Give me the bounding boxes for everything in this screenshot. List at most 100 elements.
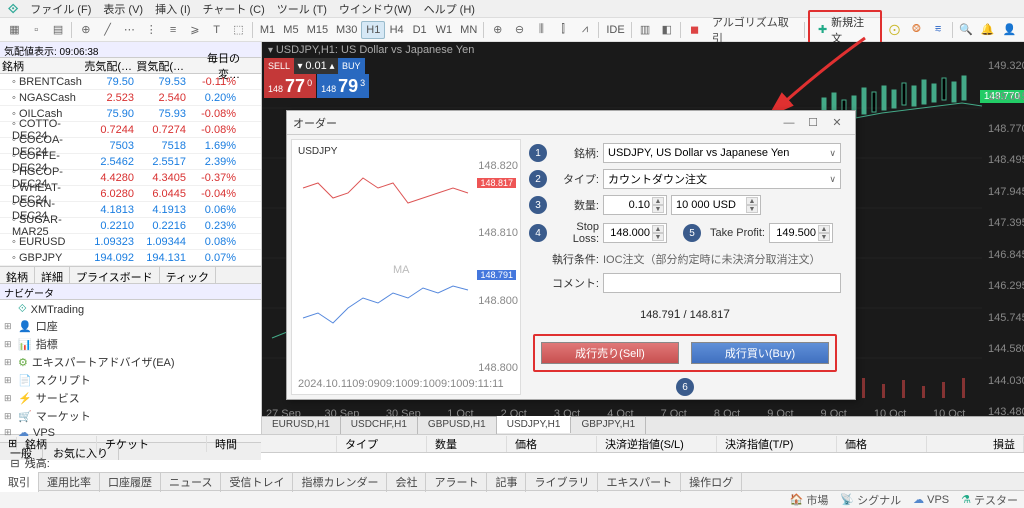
menu-tools[interactable]: ツール (T) — [277, 1, 327, 17]
menu-chart[interactable]: チャート (C) — [203, 1, 265, 17]
tf-d1[interactable]: D1 — [409, 22, 431, 38]
search-icon[interactable]: 🔍 — [955, 20, 976, 40]
type-select[interactable]: カウントダウン注文 — [603, 169, 841, 189]
folder-icon[interactable]: ▫ — [26, 20, 47, 40]
tab-eurusd[interactable]: EURUSD,H1 — [262, 417, 341, 434]
terminal-tab[interactable]: 取引 — [0, 472, 39, 492]
bell-icon[interactable]: 🔔 — [977, 20, 998, 40]
terminal-tab[interactable]: 口座履歴 — [100, 472, 161, 492]
tcol-price2[interactable]: 価格 — [837, 436, 927, 452]
menu-view[interactable]: 表示 (V) — [103, 1, 143, 17]
objects-icon[interactable]: ⬚ — [228, 20, 249, 40]
maximize-button[interactable]: ☐ — [801, 116, 825, 129]
channel-icon[interactable]: ≡ — [163, 20, 184, 40]
tcol-tp[interactable]: 決済指値(T/P) — [717, 436, 837, 452]
tf-m15[interactable]: M15 — [303, 22, 331, 38]
menu-file[interactable]: ファイル (F) — [30, 1, 91, 17]
fibo-icon[interactable]: ⩾ — [184, 20, 205, 40]
menu-window[interactable]: ウインドウ(W) — [339, 1, 412, 17]
terminal-tab[interactable]: 受信トレイ — [221, 472, 293, 492]
nav-scripts[interactable]: 📄スクリプト — [0, 371, 261, 389]
nav-market[interactable]: 🛒マーケット — [0, 407, 261, 425]
terminal-tab[interactable]: エキスパート — [598, 472, 681, 492]
tf-h1[interactable]: H1 — [361, 21, 384, 39]
comment-input[interactable] — [603, 273, 841, 293]
candle-icon[interactable]: ⫿ — [553, 20, 574, 40]
market-row[interactable]: ◦ EURUSD1.093231.093440.08% — [0, 234, 261, 250]
zoom-out-icon[interactable]: ⊖ — [509, 20, 530, 40]
volume-spinner[interactable]: 0.10▲▼ — [603, 195, 667, 215]
tcol-type[interactable]: タイプ — [337, 436, 427, 452]
text-icon[interactable]: T — [206, 20, 227, 40]
terminal-tab[interactable]: 運用比率 — [39, 472, 100, 492]
terminal-tab[interactable]: 指標カレンダー — [293, 472, 387, 492]
tf-w1[interactable]: W1 — [432, 22, 456, 38]
tf-m1[interactable]: M1 — [256, 22, 278, 38]
vline-icon[interactable]: ⋮ — [141, 20, 162, 40]
terminal-tab[interactable]: アラート — [426, 472, 487, 492]
tab-symbols[interactable]: 銘柄 — [0, 267, 35, 283]
tab-priceboard[interactable]: プライスボード — [70, 267, 160, 283]
indicator-yellow-icon[interactable]: ⨀ — [884, 20, 905, 40]
tf-m30[interactable]: M30 — [332, 22, 360, 38]
zoom-in-icon[interactable]: ⊕ — [487, 20, 508, 40]
market-row[interactable]: ◦ NGASCash2.5232.5400.20% — [0, 90, 261, 106]
nav-vps[interactable]: ☁VPS — [0, 425, 261, 440]
terminal-tab[interactable]: 操作ログ — [681, 472, 742, 492]
new-chart-icon[interactable]: ▦ — [4, 20, 25, 40]
nav-accounts[interactable]: 👤口座 — [0, 317, 261, 335]
tf-h4[interactable]: H4 — [386, 22, 408, 38]
market-row[interactable]: ◦ GBPJPY194.092194.1310.07% — [0, 250, 261, 266]
tab-usdjpy[interactable]: USDJPY,H1 — [497, 416, 572, 433]
trendline-icon[interactable]: ╱ — [97, 20, 118, 40]
terminal-tab[interactable]: ライブラリ — [526, 472, 598, 492]
tf-mn[interactable]: MN — [456, 22, 480, 38]
nav-ea[interactable]: ⚙エキスパートアドバイザ(EA) — [0, 353, 261, 371]
terminal-tab[interactable]: ニュース — [161, 472, 221, 492]
tf-m5[interactable]: M5 — [279, 22, 301, 38]
col-ask[interactable]: 買気配(… — [134, 58, 186, 74]
nav-services[interactable]: ⚡サービス — [0, 389, 261, 407]
line-chart-icon[interactable]: ⩘ — [575, 20, 596, 40]
sl-spinner[interactable]: 148.000▲▼ — [603, 223, 667, 243]
menu-insert[interactable]: 挿入 (I) — [155, 1, 190, 17]
terminal-icon[interactable]: ▥ — [635, 20, 656, 40]
terminal-tab[interactable]: 記事 — [487, 472, 526, 492]
bar-chart-icon[interactable]: ⫼ — [531, 20, 552, 40]
terminal-tab[interactable]: 会社 — [387, 472, 426, 492]
nav-root[interactable]: ⟐XMTrading — [0, 302, 261, 317]
close-button[interactable]: ✕ — [825, 116, 849, 129]
col-symbol[interactable]: 銘柄 — [0, 58, 82, 74]
strategy-icon[interactable]: ◧ — [656, 20, 677, 40]
crosshair-icon[interactable]: ⊕ — [75, 20, 96, 40]
tcol-pl[interactable]: 損益 — [927, 436, 1024, 452]
tcol-price[interactable]: 価格 — [507, 436, 597, 452]
status-signals[interactable]: 📡シグナル — [840, 492, 901, 508]
user-icon[interactable]: 👤 — [999, 20, 1020, 40]
symbol-select[interactable]: USDJPY, US Dollar vs Japanese Yen — [603, 143, 841, 163]
tcol-volume[interactable]: 数量 — [427, 436, 507, 452]
status-market[interactable]: 🏠市場 — [790, 492, 829, 508]
nav-indicators[interactable]: 📊指標 — [0, 335, 261, 353]
market-row[interactable]: ◦ BRENTCash79.5079.53-0.11% — [0, 74, 261, 90]
status-tester[interactable]: ⚗テスター — [961, 492, 1018, 508]
tp-spinner[interactable]: 149.500▲▼ — [769, 223, 833, 243]
tab-gbpjpy[interactable]: GBPJPY,H1 — [571, 417, 646, 434]
hline-icon[interactable]: ⋯ — [119, 20, 140, 40]
tab-details[interactable]: 詳細 — [35, 267, 70, 283]
market-row[interactable]: ◦ SUGAR-MAR250.22100.22160.23% — [0, 218, 261, 234]
autotrade-stop-icon[interactable]: ◼ — [684, 20, 705, 40]
dialog-titlebar[interactable]: オーダー — ☐ ✕ — [287, 111, 855, 135]
tab-gbpusd[interactable]: GBPUSD,H1 — [418, 417, 497, 434]
tab-usdchf[interactable]: USDCHF,H1 — [341, 417, 418, 434]
status-vps[interactable]: ☁VPS — [913, 493, 949, 506]
tcol-sl[interactable]: 決済逆指値(S/L) — [597, 436, 717, 452]
volume-usd[interactable]: 10 000 USD▲▼ — [671, 195, 761, 215]
market-sell-button[interactable]: 成行売り(Sell) — [541, 342, 679, 364]
indicator-blue-icon[interactable]: ⩳ — [928, 20, 949, 40]
indicator-orange-icon[interactable]: ⨷ — [906, 20, 927, 40]
col-bid[interactable]: 売気配(… — [82, 58, 134, 74]
ide-button[interactable]: IDE — [602, 22, 627, 38]
minimize-button[interactable]: — — [777, 117, 801, 129]
menu-help[interactable]: ヘルプ (H) — [424, 1, 475, 17]
